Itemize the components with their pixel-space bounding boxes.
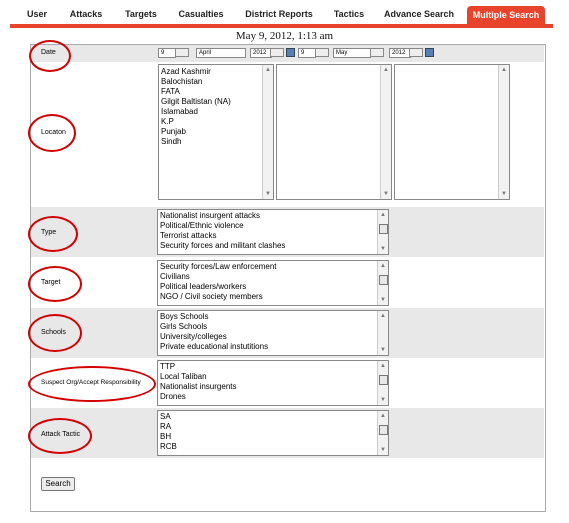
tab-user[interactable]: User: [22, 6, 52, 22]
list-item[interactable]: RCB: [158, 442, 388, 452]
target-listbox[interactable]: Security forces/Law enforcement Civilian…: [157, 260, 389, 306]
list-item[interactable]: K.P: [159, 117, 273, 127]
list-item[interactable]: Boys Schools: [158, 312, 388, 322]
list-item[interactable]: NGO / Civil society members: [158, 292, 388, 302]
list-item[interactable]: Drones: [158, 392, 388, 402]
schools-listbox[interactable]: Boys Schools Girls Schools University/co…: [157, 310, 389, 356]
page-date: May 9, 2012, 1:13 am: [235, 30, 334, 42]
to-day-select[interactable]: 9: [298, 48, 316, 58]
location-listbox[interactable]: Azad Kashmir Balochistan FATA Gilgit Bal…: [158, 64, 274, 200]
list-item[interactable]: TTP: [158, 362, 388, 372]
tactic-listbox[interactable]: SA RA BH RCB ▲ ▼: [157, 410, 389, 456]
tab-advance-search[interactable]: Advance Search: [380, 6, 458, 22]
list-item[interactable]: BH: [158, 432, 388, 442]
from-year-dropdown-button[interactable]: [270, 48, 284, 57]
list-item[interactable]: University/colleges: [158, 332, 388, 342]
list-item[interactable]: Civilians: [158, 272, 388, 282]
tab-targets[interactable]: Targets: [118, 6, 164, 22]
area-listbox[interactable]: ▲ ▼: [394, 64, 510, 200]
from-month-select[interactable]: April: [196, 48, 246, 58]
list-item[interactable]: Nationalist insurgents: [158, 382, 388, 392]
scrollbar[interactable]: ▲ ▼: [377, 411, 388, 455]
list-item[interactable]: Gilgit Baltistan (NA): [159, 97, 273, 107]
search-button[interactable]: Search: [41, 477, 75, 491]
list-item[interactable]: Private educational instutitions: [158, 342, 388, 352]
list-item[interactable]: Political leaders/workers: [158, 282, 388, 292]
list-item[interactable]: Azad Kashmir: [159, 67, 273, 77]
calendar-icon[interactable]: [425, 48, 434, 57]
to-year-dropdown-button[interactable]: [409, 48, 423, 57]
to-day-dropdown-button[interactable]: [315, 48, 329, 57]
nav-underline: [10, 24, 553, 28]
annotation-circle: [28, 266, 82, 302]
scrollbar[interactable]: ▲ ▼: [498, 65, 509, 199]
tab-attacks[interactable]: Attacks: [62, 6, 110, 22]
to-month-dropdown-button[interactable]: [370, 48, 384, 57]
annotation-circle: [28, 366, 156, 402]
from-year-select[interactable]: 2012: [250, 48, 272, 58]
annotation-circle: [28, 216, 78, 252]
to-month-select[interactable]: May: [333, 48, 371, 58]
tab-tactics[interactable]: Tactics: [326, 6, 372, 22]
from-day-dropdown-button[interactable]: [175, 48, 189, 57]
list-item[interactable]: RA: [158, 422, 388, 432]
calendar-icon[interactable]: [286, 48, 295, 57]
annotation-circle: [28, 114, 76, 152]
list-item[interactable]: Girls Schools: [158, 322, 388, 332]
tab-district-reports[interactable]: District Reports: [238, 6, 320, 22]
tab-casualties[interactable]: Casualties: [172, 6, 230, 22]
scrollbar[interactable]: ▲ ▼: [377, 311, 388, 355]
top-navigation: User Attacks Targets Casualties District…: [0, 0, 569, 30]
annotation-circle: [29, 40, 71, 72]
to-year-select[interactable]: 2012: [389, 48, 411, 58]
scrollbar[interactable]: ▲ ▼: [377, 361, 388, 405]
list-item[interactable]: Punjab: [159, 127, 273, 137]
type-listbox[interactable]: Nationalist insurgent attacks Political/…: [157, 209, 389, 255]
list-item[interactable]: Islamabad: [159, 107, 273, 117]
from-day-select[interactable]: 9: [158, 48, 176, 58]
district-listbox[interactable]: ▲ ▼: [276, 64, 392, 200]
annotation-circle: [28, 418, 92, 454]
list-item[interactable]: Political/Ethnic violence: [158, 221, 388, 231]
list-item[interactable]: FATA: [159, 87, 273, 97]
list-item[interactable]: Security forces and militant clashes: [158, 241, 388, 251]
tab-multiple-search[interactable]: Multiple Search: [467, 6, 545, 24]
list-item[interactable]: Local Taliban: [158, 372, 388, 382]
scrollbar[interactable]: ▲ ▼: [380, 65, 391, 199]
list-item[interactable]: Terrorist attacks: [158, 231, 388, 241]
scrollbar[interactable]: ▲ ▼: [262, 65, 273, 199]
suspect-listbox[interactable]: TTP Local Taliban Nationalist insurgents…: [157, 360, 389, 406]
list-item[interactable]: Balochistan: [159, 77, 273, 87]
list-item[interactable]: Sindh: [159, 137, 273, 147]
list-item[interactable]: Security forces/Law enforcement: [158, 262, 388, 272]
list-item[interactable]: SA: [158, 412, 388, 422]
scrollbar[interactable]: ▲ ▼: [377, 210, 388, 254]
scrollbar[interactable]: ▲ ▼: [377, 261, 388, 305]
annotation-circle: [28, 314, 82, 352]
list-item[interactable]: Nationalist insurgent attacks: [158, 211, 388, 221]
